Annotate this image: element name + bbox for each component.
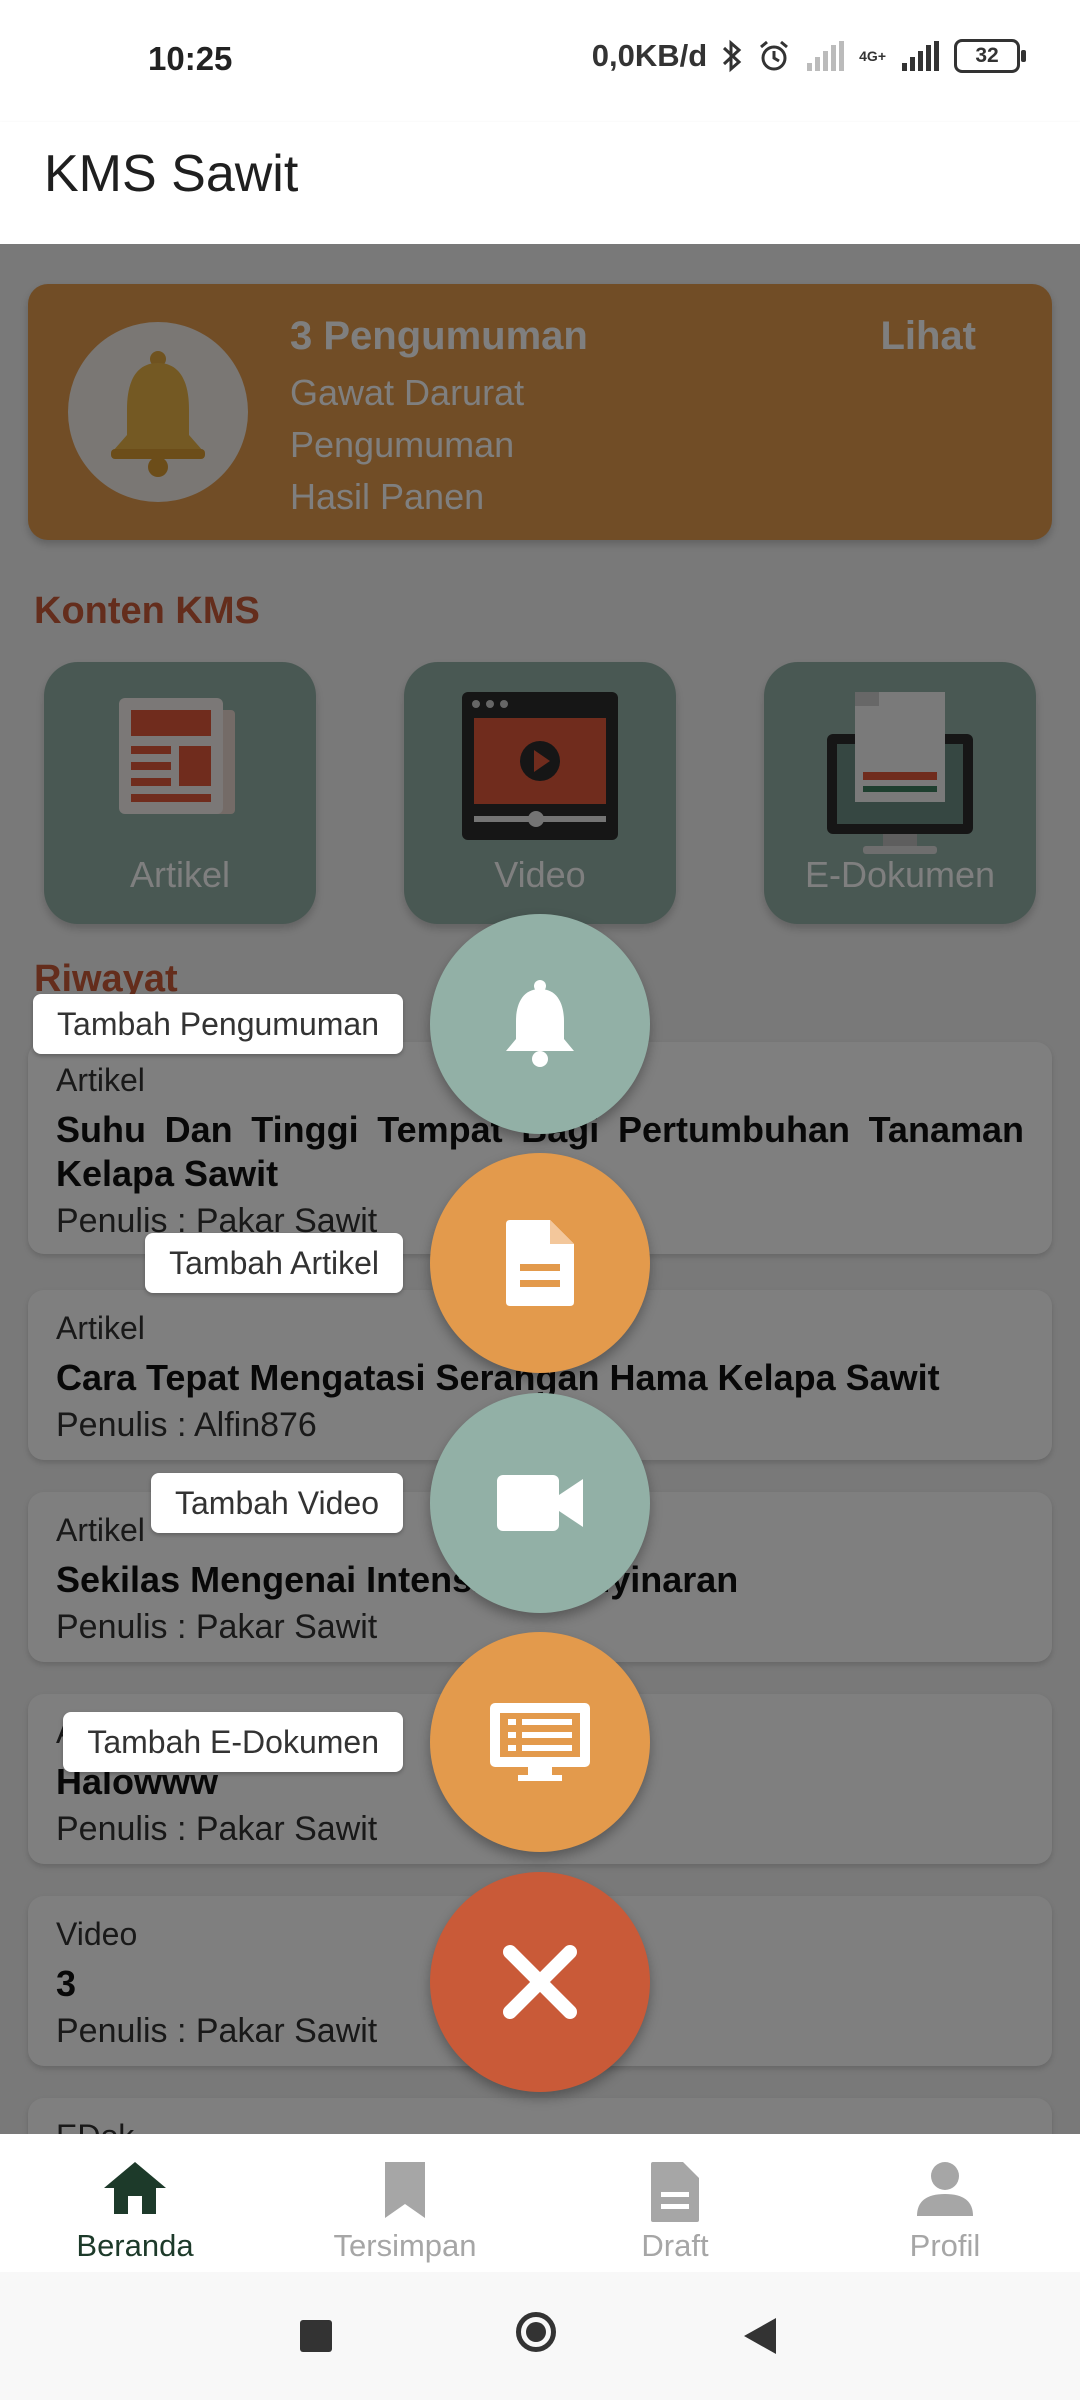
nav-label: Tersimpan — [333, 2228, 477, 2263]
videocam-icon — [497, 1475, 583, 1531]
fab-label-announcement[interactable]: Tambah Pengumuman — [33, 994, 403, 1054]
app-bar: KMS Sawit — [0, 122, 1080, 244]
bluetooth-icon — [723, 39, 742, 73]
signal-icon-2 — [902, 41, 939, 71]
home-button[interactable] — [516, 2312, 556, 2352]
network-speed: 0,0KB/d — [591, 38, 708, 73]
person-icon — [917, 2162, 973, 2216]
close-icon — [503, 1945, 577, 2019]
bookmark-icon — [385, 2162, 425, 2218]
fab-label-article[interactable]: Tambah Artikel — [145, 1233, 403, 1293]
nav-item-beranda[interactable]: Beranda — [0, 2134, 270, 2272]
nav-item-draft[interactable]: Draft — [540, 2134, 810, 2272]
draft-icon — [651, 2162, 699, 2222]
nav-label: Beranda — [76, 2228, 194, 2263]
add-announcement-button[interactable] — [430, 914, 650, 1134]
system-navigation-bar — [0, 2272, 1080, 2400]
recent-apps-button[interactable] — [300, 2320, 332, 2352]
bell-icon — [506, 980, 574, 1067]
nav-label: Profil — [909, 2228, 981, 2263]
home-icon — [104, 2162, 166, 2214]
add-article-button[interactable] — [430, 1153, 650, 1373]
battery-icon: 32 — [954, 39, 1026, 73]
bottom-navigation: Beranda Tersimpan Draft Profil — [0, 2134, 1080, 2272]
fab-label-video[interactable]: Tambah Video — [151, 1473, 403, 1533]
network-type: 4G+ — [859, 48, 886, 64]
app-title: KMS Sawit — [44, 145, 299, 203]
monitor-icon — [490, 1703, 590, 1781]
document-icon — [506, 1220, 574, 1306]
nav-item-tersimpan[interactable]: Tersimpan — [270, 2134, 540, 2272]
status-time: 10:25 — [148, 40, 233, 77]
close-fab-menu-button[interactable] — [430, 1872, 650, 2092]
add-edocument-button[interactable] — [430, 1632, 650, 1852]
nav-label: Draft — [641, 2228, 709, 2263]
fab-label-edocument[interactable]: Tambah E-Dokumen — [63, 1712, 403, 1772]
battery-level: 32 — [975, 44, 999, 67]
signal-icon — [807, 41, 845, 71]
add-video-button[interactable] — [430, 1393, 650, 1613]
nav-item-profil[interactable]: Profil — [810, 2134, 1080, 2272]
back-button[interactable] — [742, 2316, 778, 2356]
alarm-icon — [760, 40, 789, 71]
status-bar: 10:25 0,0KB/d 4G+ 32 — [0, 0, 1080, 122]
status-icons: 0,0KB/d 4G+ 32 — [591, 38, 1026, 74]
